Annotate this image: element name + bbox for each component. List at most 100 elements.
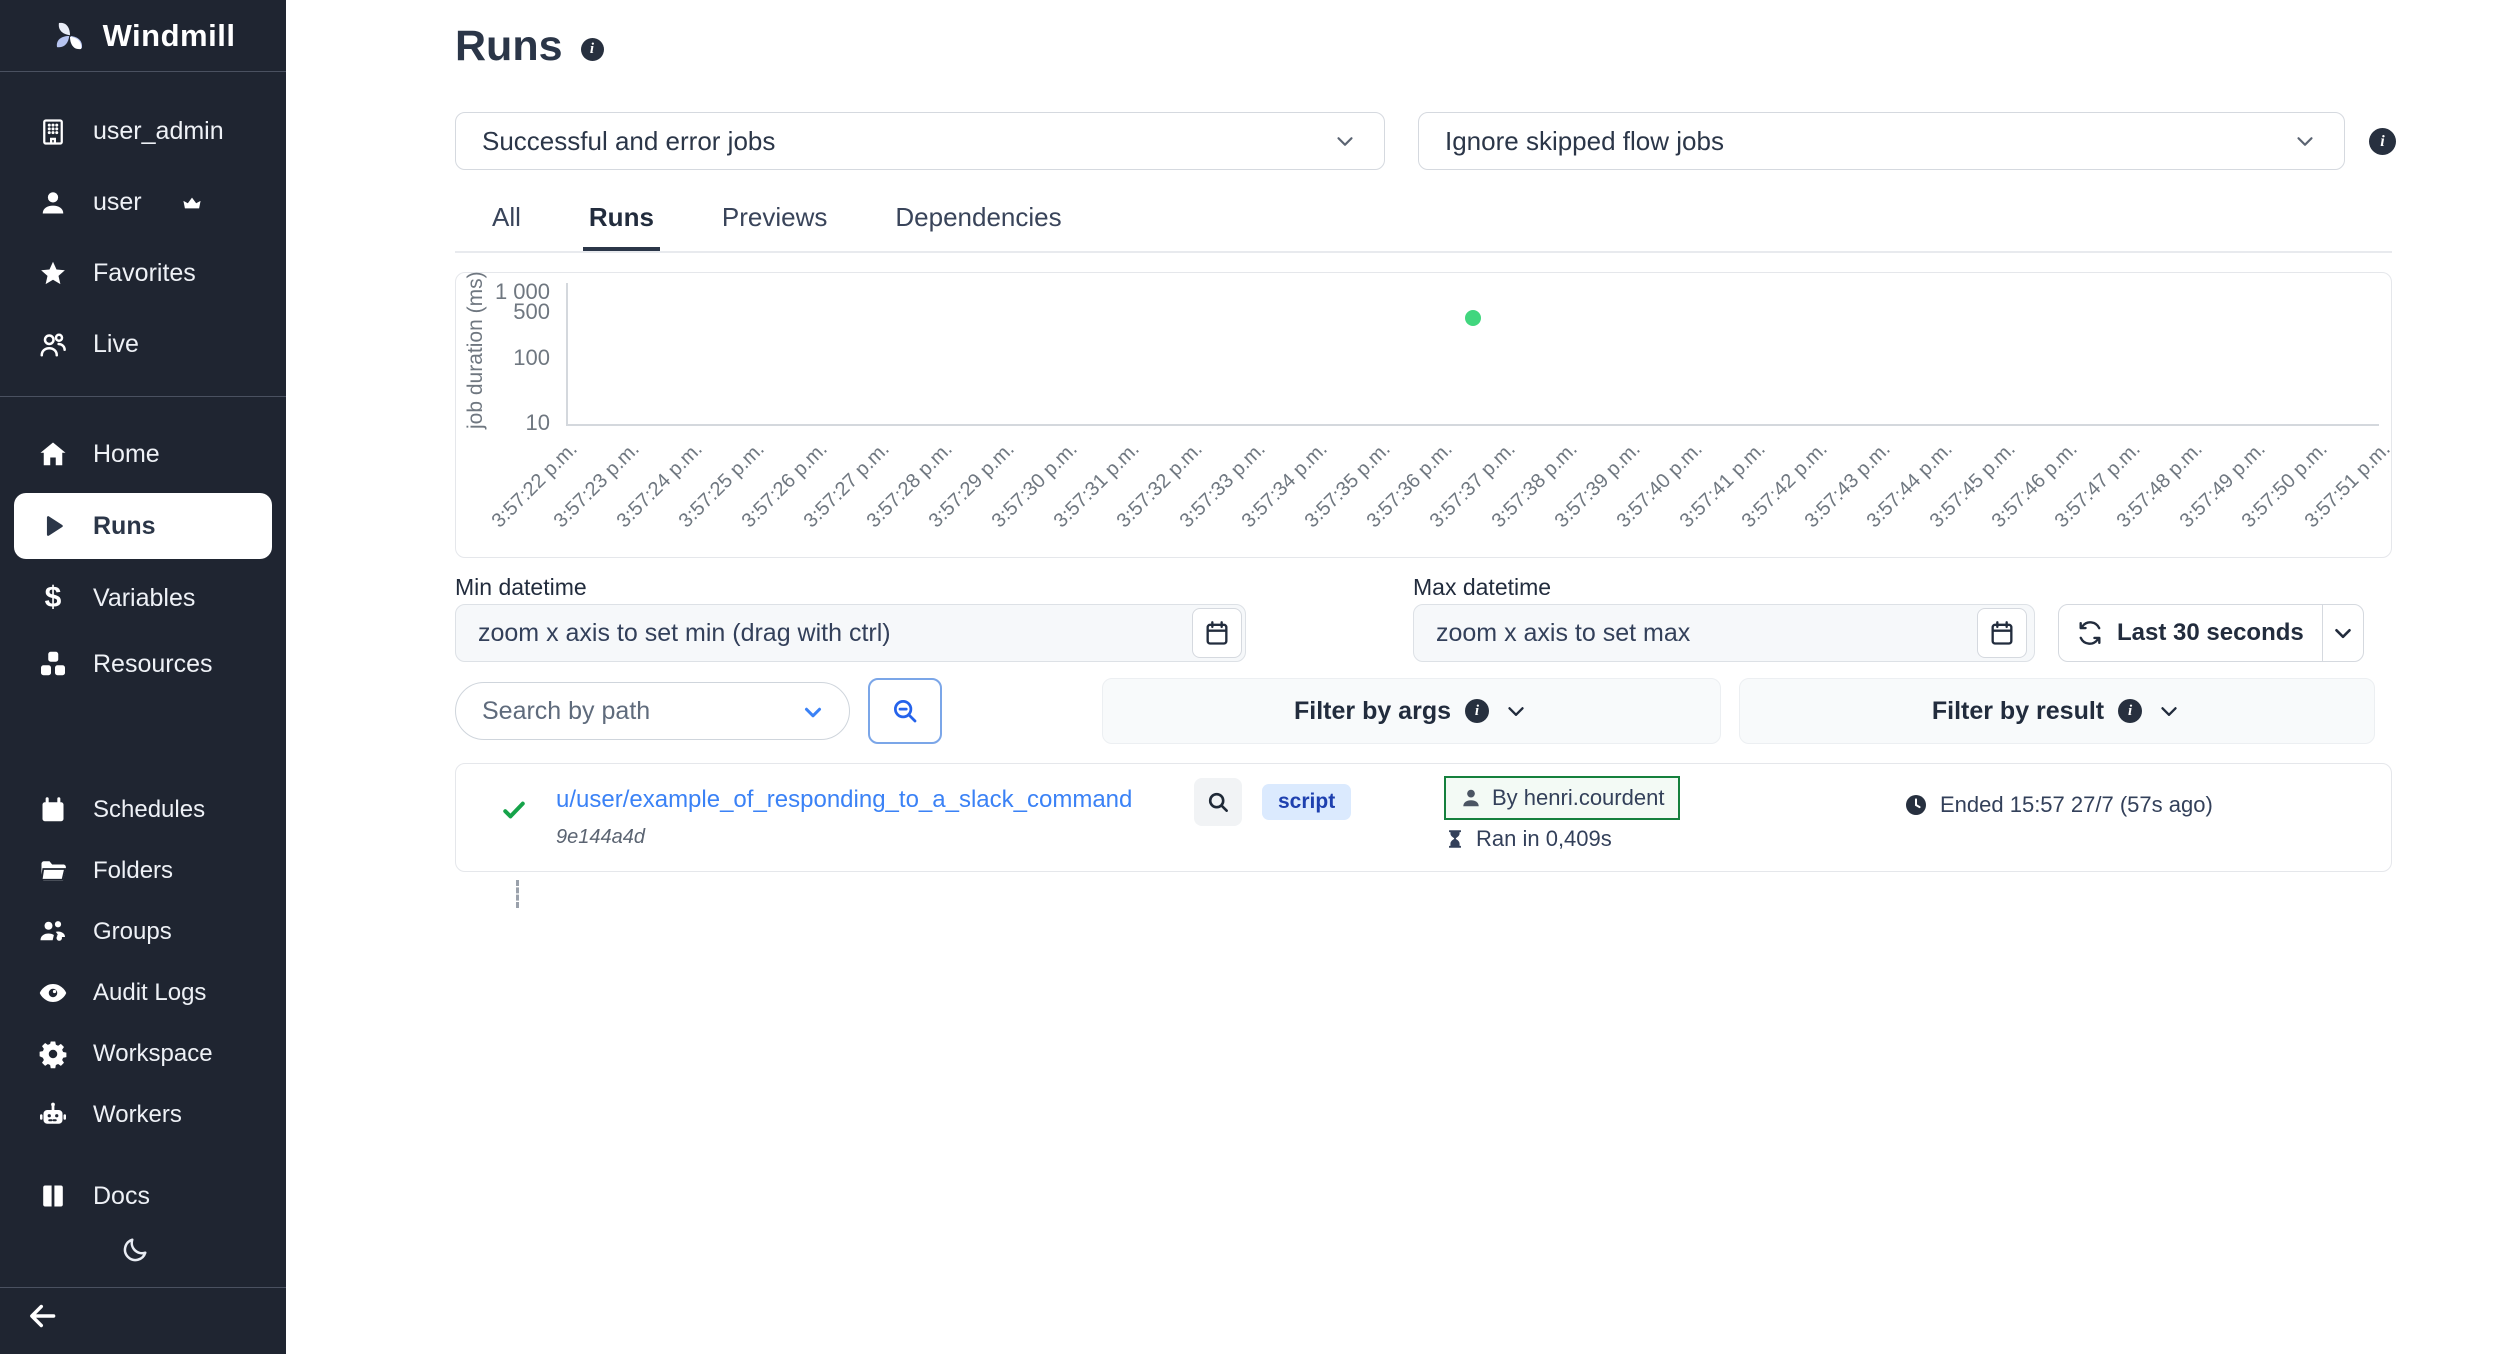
- gear-icon: [38, 1039, 68, 1069]
- tab-divider: [455, 251, 2392, 253]
- sidebar-item-workspace-name[interactable]: user_admin: [0, 96, 286, 167]
- theme-toggle[interactable]: [0, 1227, 286, 1273]
- tab-dependencies[interactable]: Dependencies: [889, 196, 1067, 251]
- time-range-button[interactable]: Last 30 seconds: [2058, 604, 2364, 662]
- sidebar-account-section: user_admin user Favorites: [0, 72, 286, 380]
- chart-y-tick-label: 100: [474, 345, 550, 371]
- runs-list: u/user/example_of_responding_to_a_slack_…: [455, 763, 2392, 872]
- chart-y-axis-line: [566, 283, 568, 426]
- groups-label: Groups: [93, 918, 172, 946]
- sidebar-item-runs-active[interactable]: Runs: [14, 493, 272, 559]
- collapse-sidebar-button[interactable]: [0, 1288, 286, 1344]
- run-ended: Ended 15:57 27/7 (57s ago): [1904, 792, 2213, 818]
- sidebar-item-workspace-settings[interactable]: Workspace: [0, 1023, 286, 1084]
- sidebar-item-audit-logs[interactable]: Audit Logs: [0, 962, 286, 1023]
- calendar-icon: [38, 795, 68, 825]
- search-icon: [890, 696, 920, 726]
- sidebar-item-user[interactable]: user: [0, 167, 286, 238]
- max-datetime-field: [1413, 604, 2035, 662]
- status-filter-select[interactable]: Successful and error jobs: [455, 112, 1385, 170]
- job-duration-chart[interactable]: job duration (ms) 1 000500100103:57:22 p…: [455, 272, 2392, 558]
- sidebar-item-folders[interactable]: Folders: [0, 840, 286, 901]
- max-datetime-input[interactable]: [1413, 604, 2035, 662]
- arrow-left-icon: [26, 1299, 60, 1333]
- chevron-down-icon: [2292, 128, 2318, 154]
- schedules-label: Schedules: [93, 796, 205, 824]
- folders-label: Folders: [93, 857, 173, 885]
- sidebar-item-resources[interactable]: Resources: [0, 631, 286, 697]
- variables-label: Variables: [93, 584, 195, 613]
- building-icon: [38, 117, 68, 147]
- status-filter-value: Successful and error jobs: [482, 126, 775, 157]
- min-datetime-input[interactable]: [455, 604, 1246, 662]
- tab-all[interactable]: All: [486, 196, 527, 251]
- min-datetime-field: [455, 604, 1246, 662]
- windmill-logo-text: Windmill: [103, 18, 236, 54]
- chevron-down-icon: [1503, 698, 1529, 724]
- sidebar-nav-section: Home Runs $ Variables Resources: [0, 397, 286, 697]
- audit-logs-label: Audit Logs: [93, 979, 206, 1007]
- sidebar: Windmill user_admin user: [0, 0, 286, 1354]
- run-ended-label: Ended 15:57 27/7 (57s ago): [1940, 792, 2213, 818]
- clock-icon: [1904, 793, 1928, 817]
- home-icon: [38, 439, 68, 469]
- sidebar-item-variables[interactable]: $ Variables: [0, 565, 286, 631]
- min-datetime-calendar-button[interactable]: [1192, 608, 1242, 658]
- filter-by-args-button[interactable]: Filter by args i: [1102, 678, 1721, 744]
- robot-icon: [38, 1100, 68, 1130]
- eye-icon: [38, 978, 68, 1008]
- filter-args-label: Filter by args: [1294, 697, 1451, 726]
- runs-label: Runs: [93, 512, 156, 541]
- star-icon: [38, 259, 68, 289]
- sidebar-footer: Docs: [0, 1165, 286, 1354]
- user-name-label: user: [93, 188, 142, 217]
- filter-by-result-button[interactable]: Filter by result i: [1739, 678, 2375, 744]
- tab-runs[interactable]: Runs: [583, 196, 660, 251]
- live-label: Live: [93, 330, 139, 359]
- timeline-tick: [516, 880, 519, 908]
- triggered-by-label: By henri.courdent: [1492, 785, 1664, 811]
- docs-label: Docs: [93, 1182, 150, 1211]
- info-icon: i: [2118, 699, 2142, 723]
- filter-result-label: Filter by result: [1932, 697, 2104, 726]
- chart-x-axis-line: [566, 424, 2379, 426]
- windmill-logo[interactable]: Windmill: [0, 0, 286, 72]
- user-icon: [38, 188, 68, 218]
- time-range-dropdown[interactable]: [2323, 605, 2363, 661]
- run-duration-label: Ran in 0,409s: [1476, 826, 1612, 852]
- sidebar-item-schedules[interactable]: Schedules: [0, 779, 286, 840]
- job-kind-badge: script: [1262, 784, 1351, 820]
- success-check-icon: [500, 796, 528, 824]
- search-by-path-input[interactable]: [455, 682, 850, 740]
- min-datetime-label: Min datetime: [455, 574, 587, 601]
- info-icon: i: [1465, 699, 1489, 723]
- page-title-text: Runs: [455, 22, 563, 71]
- magnifier-icon: [1205, 789, 1231, 815]
- sidebar-item-groups[interactable]: Groups: [0, 901, 286, 962]
- resources-label: Resources: [93, 650, 213, 679]
- sidebar-item-home[interactable]: Home: [0, 421, 286, 487]
- run-path-link[interactable]: u/user/example_of_responding_to_a_slack_…: [556, 786, 1132, 814]
- chevron-down-icon: [1332, 128, 1358, 154]
- home-label: Home: [93, 440, 160, 469]
- inspect-run-button[interactable]: [1194, 778, 1242, 826]
- chart-data-point[interactable]: [1465, 310, 1481, 326]
- sidebar-item-workers[interactable]: Workers: [0, 1084, 286, 1145]
- page-title: Runs i: [455, 22, 604, 71]
- info-icon: i: [581, 38, 604, 61]
- triggered-by-badge: By henri.courdent: [1444, 776, 1680, 820]
- tab-previews[interactable]: Previews: [716, 196, 833, 251]
- time-range-main[interactable]: Last 30 seconds: [2059, 605, 2322, 661]
- chart-y-tick-label: 500: [474, 299, 550, 325]
- sidebar-item-favorites[interactable]: Favorites: [0, 238, 286, 309]
- users-icon: [38, 330, 68, 360]
- time-range-label: Last 30 seconds: [2117, 619, 2304, 647]
- dollar-icon: $: [38, 583, 68, 613]
- workspace-name-label: user_admin: [93, 117, 224, 146]
- cubes-icon: [38, 649, 68, 679]
- sidebar-item-docs[interactable]: Docs: [0, 1165, 286, 1227]
- sidebar-item-live[interactable]: Live: [0, 309, 286, 380]
- max-datetime-calendar-button[interactable]: [1977, 608, 2027, 658]
- search-button[interactable]: [868, 678, 942, 744]
- flow-filter-select[interactable]: Ignore skipped flow jobs: [1418, 112, 2345, 170]
